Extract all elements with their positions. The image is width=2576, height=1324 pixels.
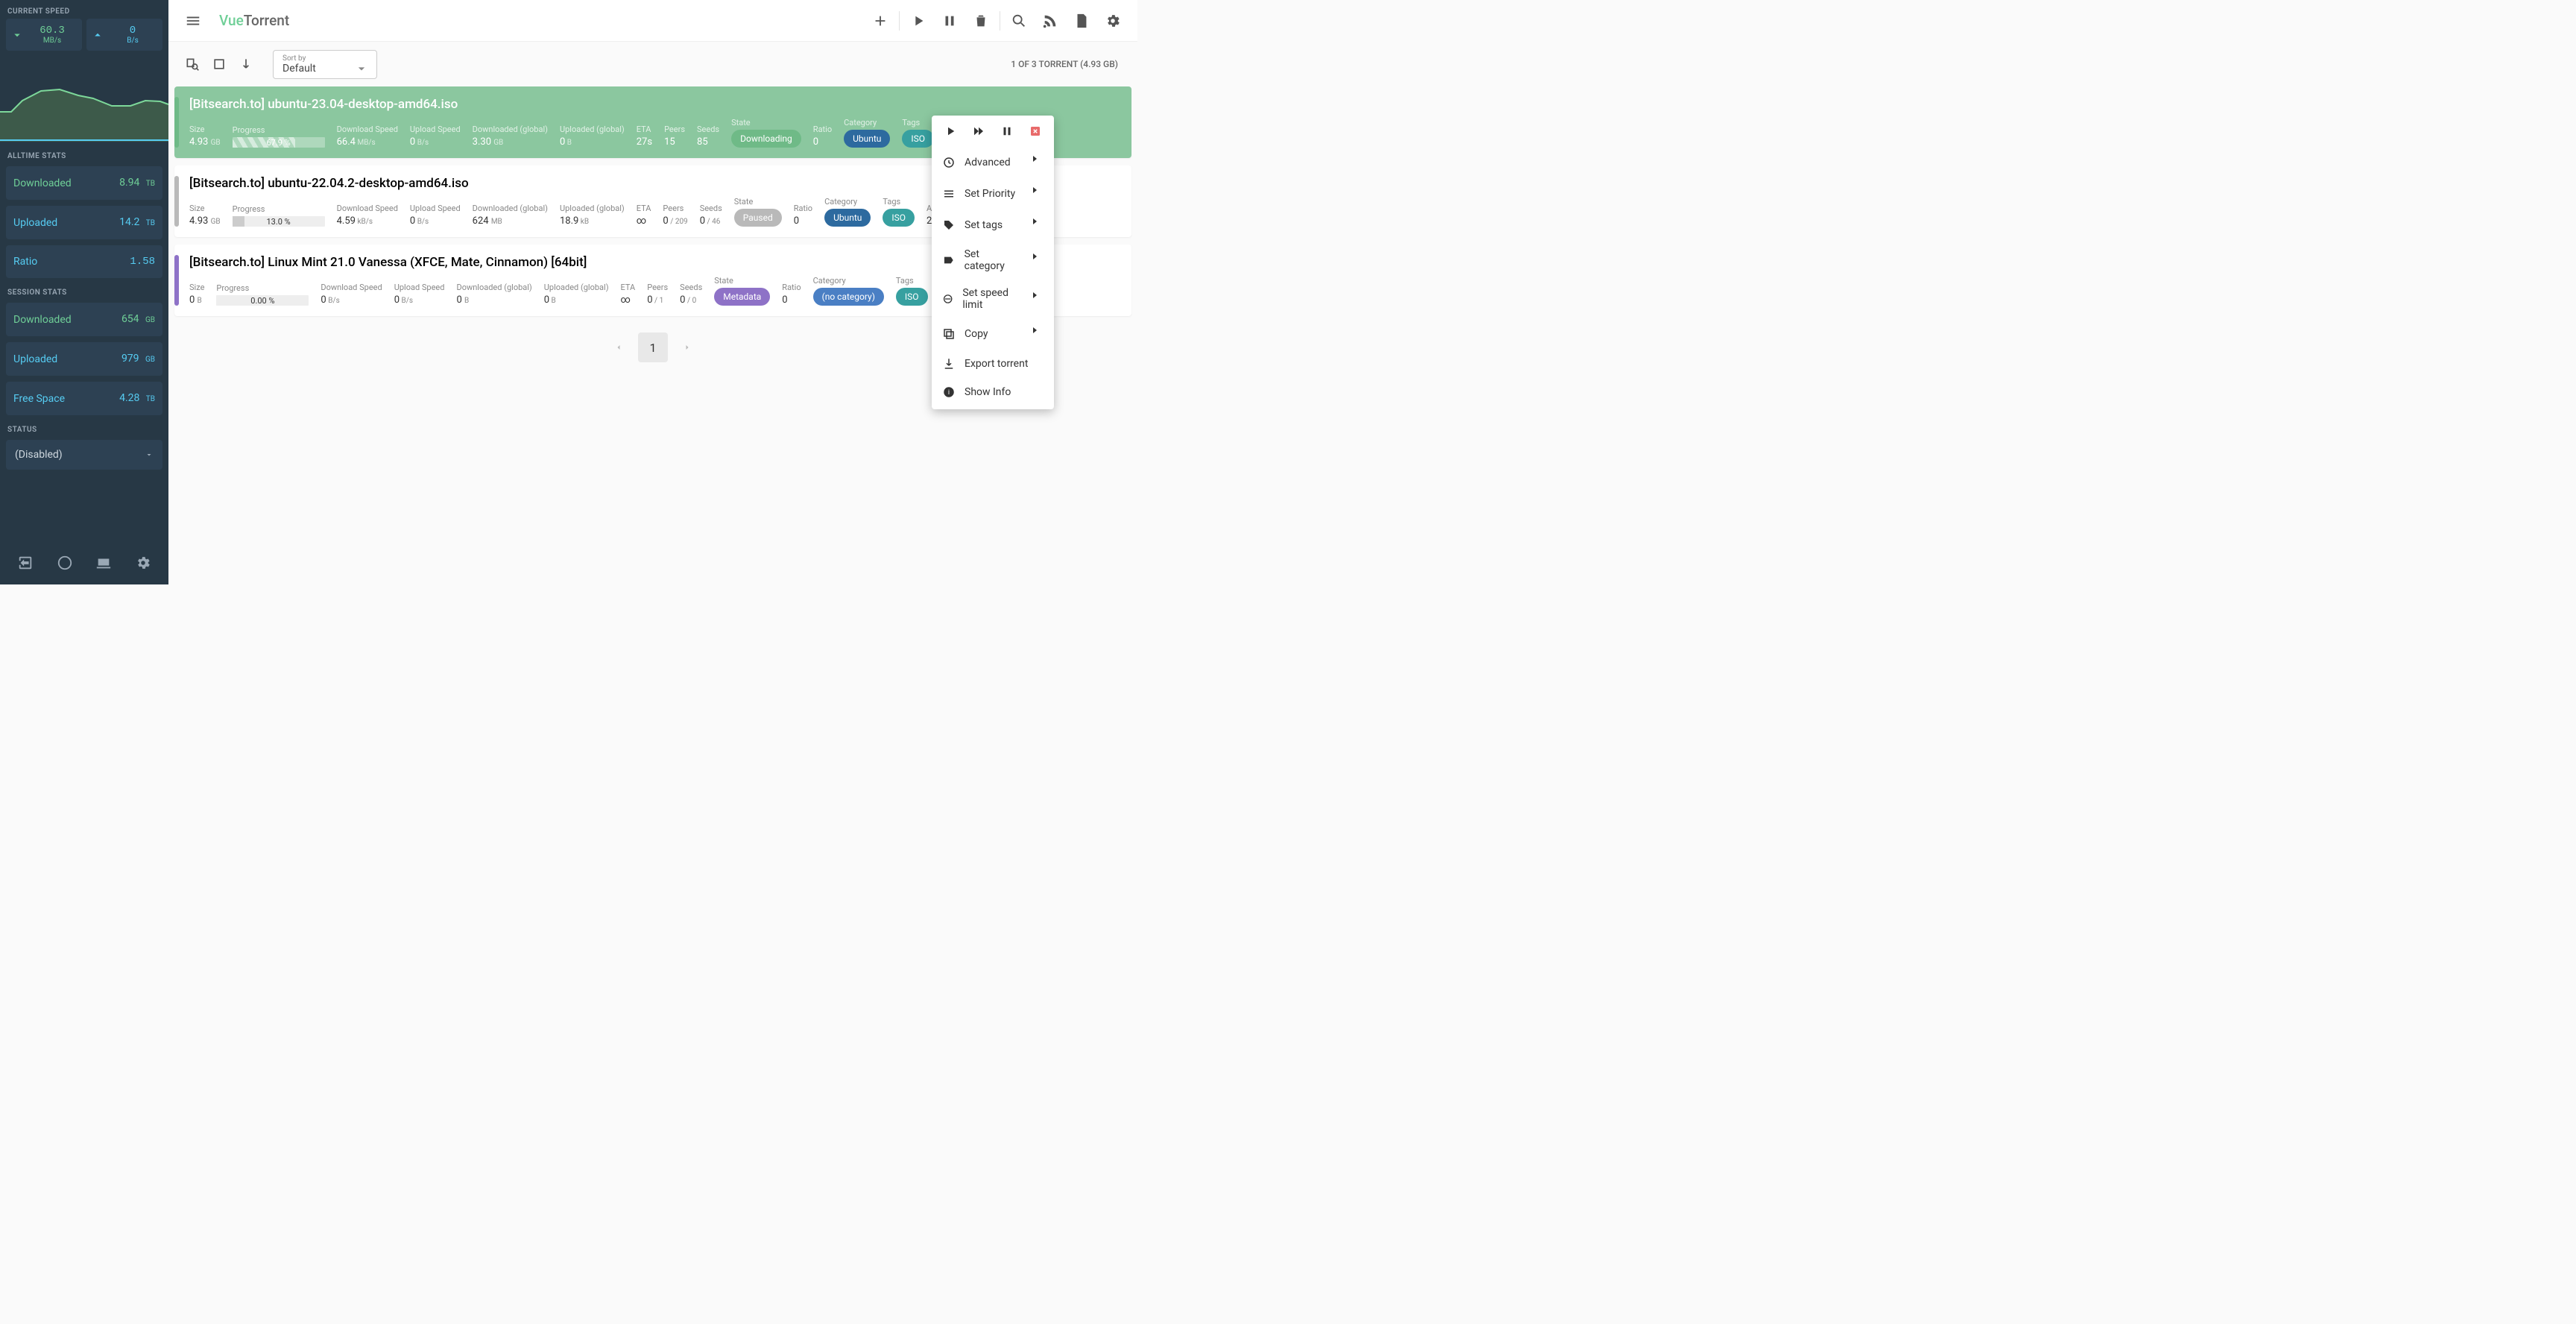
- next-page-button[interactable]: [672, 332, 702, 362]
- zoom-icon[interactable]: [1003, 5, 1035, 37]
- alltime-label: ALLTIME STATS: [0, 145, 168, 163]
- sidebar: CURRENT SPEED 60.3MB/s 0B/s ALLTIME STAT…: [0, 0, 168, 584]
- topbar: VueTorrent: [168, 0, 1137, 42]
- free-space-card[interactable]: Free Space 4.28 TB: [6, 382, 162, 415]
- ctx-tags[interactable]: Set tags: [932, 209, 1054, 241]
- current-speed-label: CURRENT SPEED: [0, 0, 168, 19]
- status-label: STATUS: [0, 418, 168, 437]
- chevron-down-icon: [145, 450, 154, 459]
- chevron-right-icon: [1030, 186, 1044, 202]
- ctx-category[interactable]: Set category: [932, 241, 1054, 280]
- logout-icon[interactable]: [17, 555, 34, 574]
- add-icon[interactable]: [865, 5, 896, 37]
- play-icon[interactable]: [903, 5, 934, 37]
- chevron-up-icon: [91, 28, 104, 42]
- brand: VueTorrent: [219, 12, 289, 29]
- logs-icon[interactable]: [1066, 5, 1097, 37]
- chevron-right-icon: [1030, 326, 1044, 342]
- toolbar: Sort by Default 1 OF 3 TORRENT (4.93 GB): [168, 42, 1137, 86]
- pause-icon[interactable]: [934, 5, 965, 37]
- page-button[interactable]: 1: [638, 332, 668, 362]
- upload-speed-card[interactable]: 0B/s: [86, 19, 162, 51]
- ctx-priority[interactable]: Set Priority: [932, 178, 1054, 209]
- sort-select[interactable]: Sort by Default: [273, 50, 377, 79]
- torrent-summary: 1 OF 3 TORRENT (4.93 GB): [1011, 59, 1127, 69]
- ctx-forward-icon[interactable]: [972, 124, 985, 141]
- chevron-right-icon: [1030, 217, 1044, 233]
- ctx-export[interactable]: Export torrent: [932, 350, 1054, 378]
- category-chip[interactable]: Ubuntu: [844, 130, 890, 148]
- speed-graph: [0, 60, 168, 142]
- prev-page-button[interactable]: [604, 332, 634, 362]
- context-menu: Advanced Set Priority Set tags Set categ…: [932, 116, 1054, 409]
- chevron-right-icon: [1030, 291, 1044, 307]
- tag-chip[interactable]: ISO: [896, 288, 928, 306]
- svg-text:i: i: [948, 389, 950, 397]
- gauge-icon[interactable]: [57, 555, 73, 574]
- category-chip[interactable]: Ubuntu: [824, 209, 871, 227]
- chevron-right-icon: [1030, 154, 1044, 171]
- search-icon[interactable]: [179, 51, 206, 78]
- tag-chip[interactable]: ISO: [902, 130, 934, 148]
- download-speed-card[interactable]: 60.3MB/s: [6, 19, 82, 51]
- category-chip[interactable]: (no category): [813, 288, 884, 306]
- session-label: SESSION STATS: [0, 281, 168, 300]
- ctx-advanced[interactable]: Advanced: [932, 147, 1054, 178]
- ctx-info[interactable]: iShow Info: [932, 378, 1054, 406]
- rss-icon[interactable]: [1035, 5, 1066, 37]
- gear-icon[interactable]: [1097, 5, 1128, 37]
- sort-direction-icon[interactable]: [233, 51, 259, 78]
- ctx-speed[interactable]: Set speed limit: [932, 280, 1054, 318]
- ctx-delete-icon[interactable]: [1029, 124, 1042, 141]
- session-uploaded-card[interactable]: Uploaded 979 GB: [6, 342, 162, 376]
- menu-icon[interactable]: [177, 5, 209, 37]
- ctx-copy[interactable]: Copy: [932, 318, 1054, 350]
- alltime-ratio-card[interactable]: Ratio 1.58: [6, 245, 162, 278]
- chevron-down-icon: [354, 61, 369, 79]
- alltime-uploaded-card[interactable]: Uploaded 14.2 TB: [6, 206, 162, 239]
- state-chip: Downloading: [731, 130, 801, 148]
- state-chip: Paused: [734, 209, 782, 227]
- gear-icon[interactable]: [135, 555, 151, 574]
- chevron-right-icon: [1030, 252, 1044, 268]
- torrent-title: [Bitsearch.to] ubuntu-23.04-desktop-amd6…: [189, 97, 1120, 112]
- trash-icon[interactable]: [965, 5, 997, 37]
- status-select[interactable]: (Disabled): [6, 440, 162, 470]
- state-chip: Metadata: [714, 288, 770, 306]
- session-downloaded-card[interactable]: Downloaded 654 GB: [6, 303, 162, 336]
- ctx-play-icon[interactable]: [944, 124, 957, 141]
- chevron-down-icon: [10, 28, 24, 42]
- tag-chip[interactable]: ISO: [883, 209, 915, 227]
- alltime-downloaded-card[interactable]: Downloaded 8.94 TB: [6, 166, 162, 200]
- laptop-icon[interactable]: [95, 555, 112, 574]
- ctx-pause-icon[interactable]: [1000, 124, 1014, 141]
- select-all-icon[interactable]: [206, 51, 233, 78]
